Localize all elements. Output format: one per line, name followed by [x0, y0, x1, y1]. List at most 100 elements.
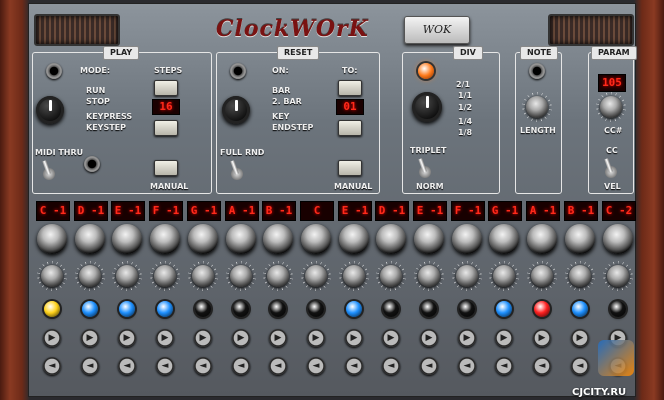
step-mute-button[interactable]: ◄	[232, 357, 250, 375]
triplet-toggle[interactable]	[418, 158, 432, 180]
step-play-button[interactable]: ▶	[43, 329, 61, 347]
step-pitch-knob[interactable]	[376, 224, 406, 254]
step-mute-button[interactable]: ◄	[118, 357, 136, 375]
play-icon: ▶	[387, 333, 395, 343]
step-pitch-knob[interactable]	[527, 224, 557, 254]
step-pitch-knob[interactable]	[226, 224, 256, 254]
step-mute-button[interactable]: ◄	[307, 357, 325, 375]
step-play-button[interactable]: ▶	[232, 329, 250, 347]
step-param-knob[interactable]	[607, 265, 629, 287]
step-mute-button[interactable]: ◄	[345, 357, 363, 375]
step-param-knob[interactable]	[230, 265, 252, 287]
step-pitch-knob[interactable]	[452, 224, 482, 254]
step-mute-button[interactable]: ◄	[382, 357, 400, 375]
step-play-button[interactable]: ▶	[156, 329, 174, 347]
step-pitch-knob[interactable]	[37, 224, 67, 254]
midi-thru-toggle[interactable]	[42, 160, 56, 182]
vent-right	[548, 14, 634, 46]
step-param-knob[interactable]	[41, 265, 63, 287]
reset-on-selector-knob[interactable]	[222, 96, 250, 124]
full-rnd-toggle[interactable]	[230, 160, 244, 182]
speaker-mute-icon: ◄	[161, 361, 169, 371]
step-param-knob[interactable]	[305, 265, 327, 287]
step-led-indicator	[534, 301, 550, 317]
step-pitch-knob[interactable]	[565, 224, 595, 254]
step-pitch-knob[interactable]	[301, 224, 331, 254]
div-selector-knob[interactable]	[412, 92, 442, 122]
step-param-knob[interactable]	[154, 265, 176, 287]
step-param-knob[interactable]	[267, 265, 289, 287]
step-mute-button[interactable]: ◄	[43, 357, 61, 375]
step-pitch-knob[interactable]	[112, 224, 142, 254]
speaker-mute-icon: ◄	[237, 361, 245, 371]
step-mute-button[interactable]: ◄	[420, 357, 438, 375]
speaker-mute-icon: ◄	[86, 361, 94, 371]
step-pitch-knob[interactable]	[489, 224, 519, 254]
reset-to-display: 01	[336, 99, 364, 115]
step-param-knob[interactable]	[418, 265, 440, 287]
step-param-knob[interactable]	[79, 265, 101, 287]
param-mode-toggle[interactable]	[604, 158, 618, 180]
reset-manual-button[interactable]	[338, 160, 362, 176]
step-mute-button[interactable]: ◄	[194, 357, 212, 375]
step-play-button[interactable]: ▶	[495, 329, 513, 347]
step-play-button[interactable]: ▶	[118, 329, 136, 347]
step-pitch-knob[interactable]	[339, 224, 369, 254]
play-jack[interactable]	[46, 63, 62, 79]
step-param-knob[interactable]	[456, 265, 478, 287]
full-rnd-label: FULL RND	[220, 148, 265, 157]
step-note-display: D -1	[375, 201, 409, 221]
step-param-knob[interactable]	[569, 265, 591, 287]
step-mute-button[interactable]: ◄	[533, 357, 551, 375]
step-play-button[interactable]: ▶	[307, 329, 325, 347]
step-play-button[interactable]: ▶	[194, 329, 212, 347]
step-mute-button[interactable]: ◄	[571, 357, 589, 375]
note-section-title: NOTE	[520, 46, 559, 60]
step-param-knob[interactable]	[380, 265, 402, 287]
step-param-knob[interactable]	[116, 265, 138, 287]
step-play-button[interactable]: ▶	[81, 329, 99, 347]
reset-jack[interactable]	[230, 63, 246, 79]
steps-down-button[interactable]	[154, 120, 178, 136]
note-length-knob[interactable]	[526, 96, 548, 118]
step-param-knob[interactable]	[343, 265, 365, 287]
play-manual-button[interactable]	[154, 160, 178, 176]
step-play-button[interactable]: ▶	[458, 329, 476, 347]
step-param-knob[interactable]	[531, 265, 553, 287]
step-note-display: A -1	[526, 201, 560, 221]
div-indicator-led	[418, 63, 434, 79]
param-cc-display: 105	[598, 74, 626, 92]
step-mute-button[interactable]: ◄	[458, 357, 476, 375]
step-param-knob[interactable]	[493, 265, 515, 287]
midi-thru-label: MIDI THRU	[35, 148, 84, 157]
step-param-knob[interactable]	[192, 265, 214, 287]
step-note-display: F -1	[451, 201, 485, 221]
step-pitch-knob[interactable]	[75, 224, 105, 254]
play-manual-jack[interactable]	[84, 156, 100, 172]
param-cc-knob[interactable]	[600, 96, 622, 118]
steps-up-button[interactable]	[154, 80, 178, 96]
note-jack[interactable]	[529, 63, 545, 79]
step-mute-button[interactable]: ◄	[81, 357, 99, 375]
step-play-button[interactable]: ▶	[269, 329, 287, 347]
play-mode-selector-knob[interactable]	[36, 96, 64, 124]
step-led-indicator	[119, 301, 135, 317]
step-play-button[interactable]: ▶	[420, 329, 438, 347]
step-pitch-knob[interactable]	[414, 224, 444, 254]
step-mute-button[interactable]: ◄	[156, 357, 174, 375]
step-pitch-knob[interactable]	[603, 224, 633, 254]
reset-manual-label: MANUAL	[334, 182, 373, 191]
step-play-button[interactable]: ▶	[345, 329, 363, 347]
div-option-1-1: 1/1	[458, 91, 473, 100]
reset-to-down-button[interactable]	[338, 120, 362, 136]
step-play-button[interactable]: ▶	[533, 329, 551, 347]
step-play-button[interactable]: ▶	[571, 329, 589, 347]
step-pitch-knob[interactable]	[188, 224, 218, 254]
play-icon: ▶	[425, 333, 433, 343]
step-mute-button[interactable]: ◄	[495, 357, 513, 375]
step-pitch-knob[interactable]	[263, 224, 293, 254]
step-pitch-knob[interactable]	[150, 224, 180, 254]
reset-to-up-button[interactable]	[338, 80, 362, 96]
step-mute-button[interactable]: ◄	[269, 357, 287, 375]
step-play-button[interactable]: ▶	[382, 329, 400, 347]
